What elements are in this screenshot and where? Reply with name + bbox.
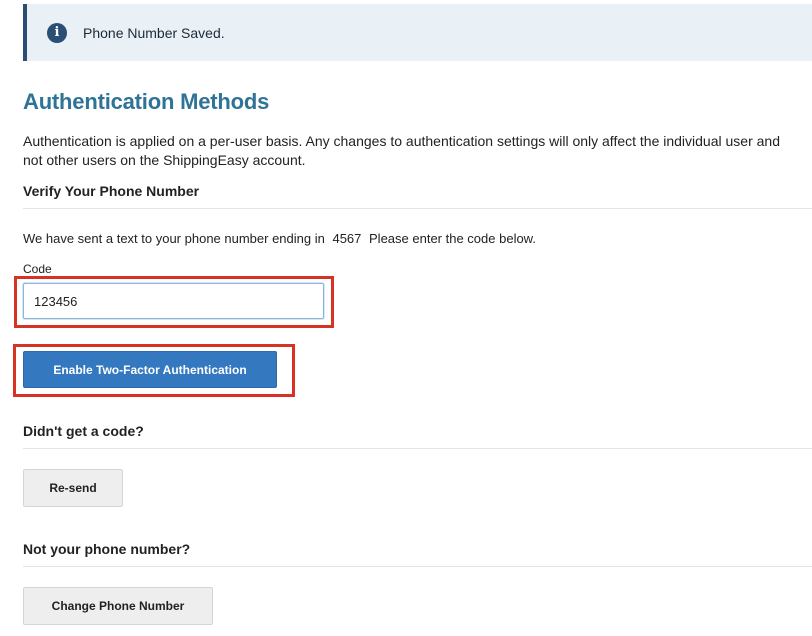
section-divider: [23, 566, 812, 567]
intro-text: Authentication is applied on a per-user …: [23, 133, 780, 168]
page-title: Authentication Methods: [23, 89, 270, 114]
verify-heading: Verify Your Phone Number: [23, 183, 200, 199]
resend-heading: Didn't get a code?: [23, 423, 144, 439]
section-divider: [23, 448, 812, 449]
alert-banner: i Phone Number Saved.: [23, 4, 812, 61]
sent-text-after: Please enter the code below.: [369, 231, 536, 246]
change-phone-heading: Not your phone number?: [23, 541, 191, 557]
resend-button[interactable]: Re-send: [23, 469, 123, 507]
sent-text: We have sent a text to your phone number…: [23, 231, 536, 246]
enable-two-factor-button[interactable]: Enable Two-Factor Authentication: [23, 351, 277, 388]
code-input[interactable]: [23, 283, 324, 319]
change-phone-button[interactable]: Change Phone Number: [23, 587, 213, 625]
code-label: Code: [23, 262, 52, 276]
sent-text-before: We have sent a text to your phone number…: [23, 231, 325, 246]
phone-last-digits: 4567: [332, 231, 362, 246]
alert-message: Phone Number Saved.: [83, 24, 225, 41]
section-divider: [23, 208, 812, 209]
info-icon: i: [47, 22, 67, 43]
